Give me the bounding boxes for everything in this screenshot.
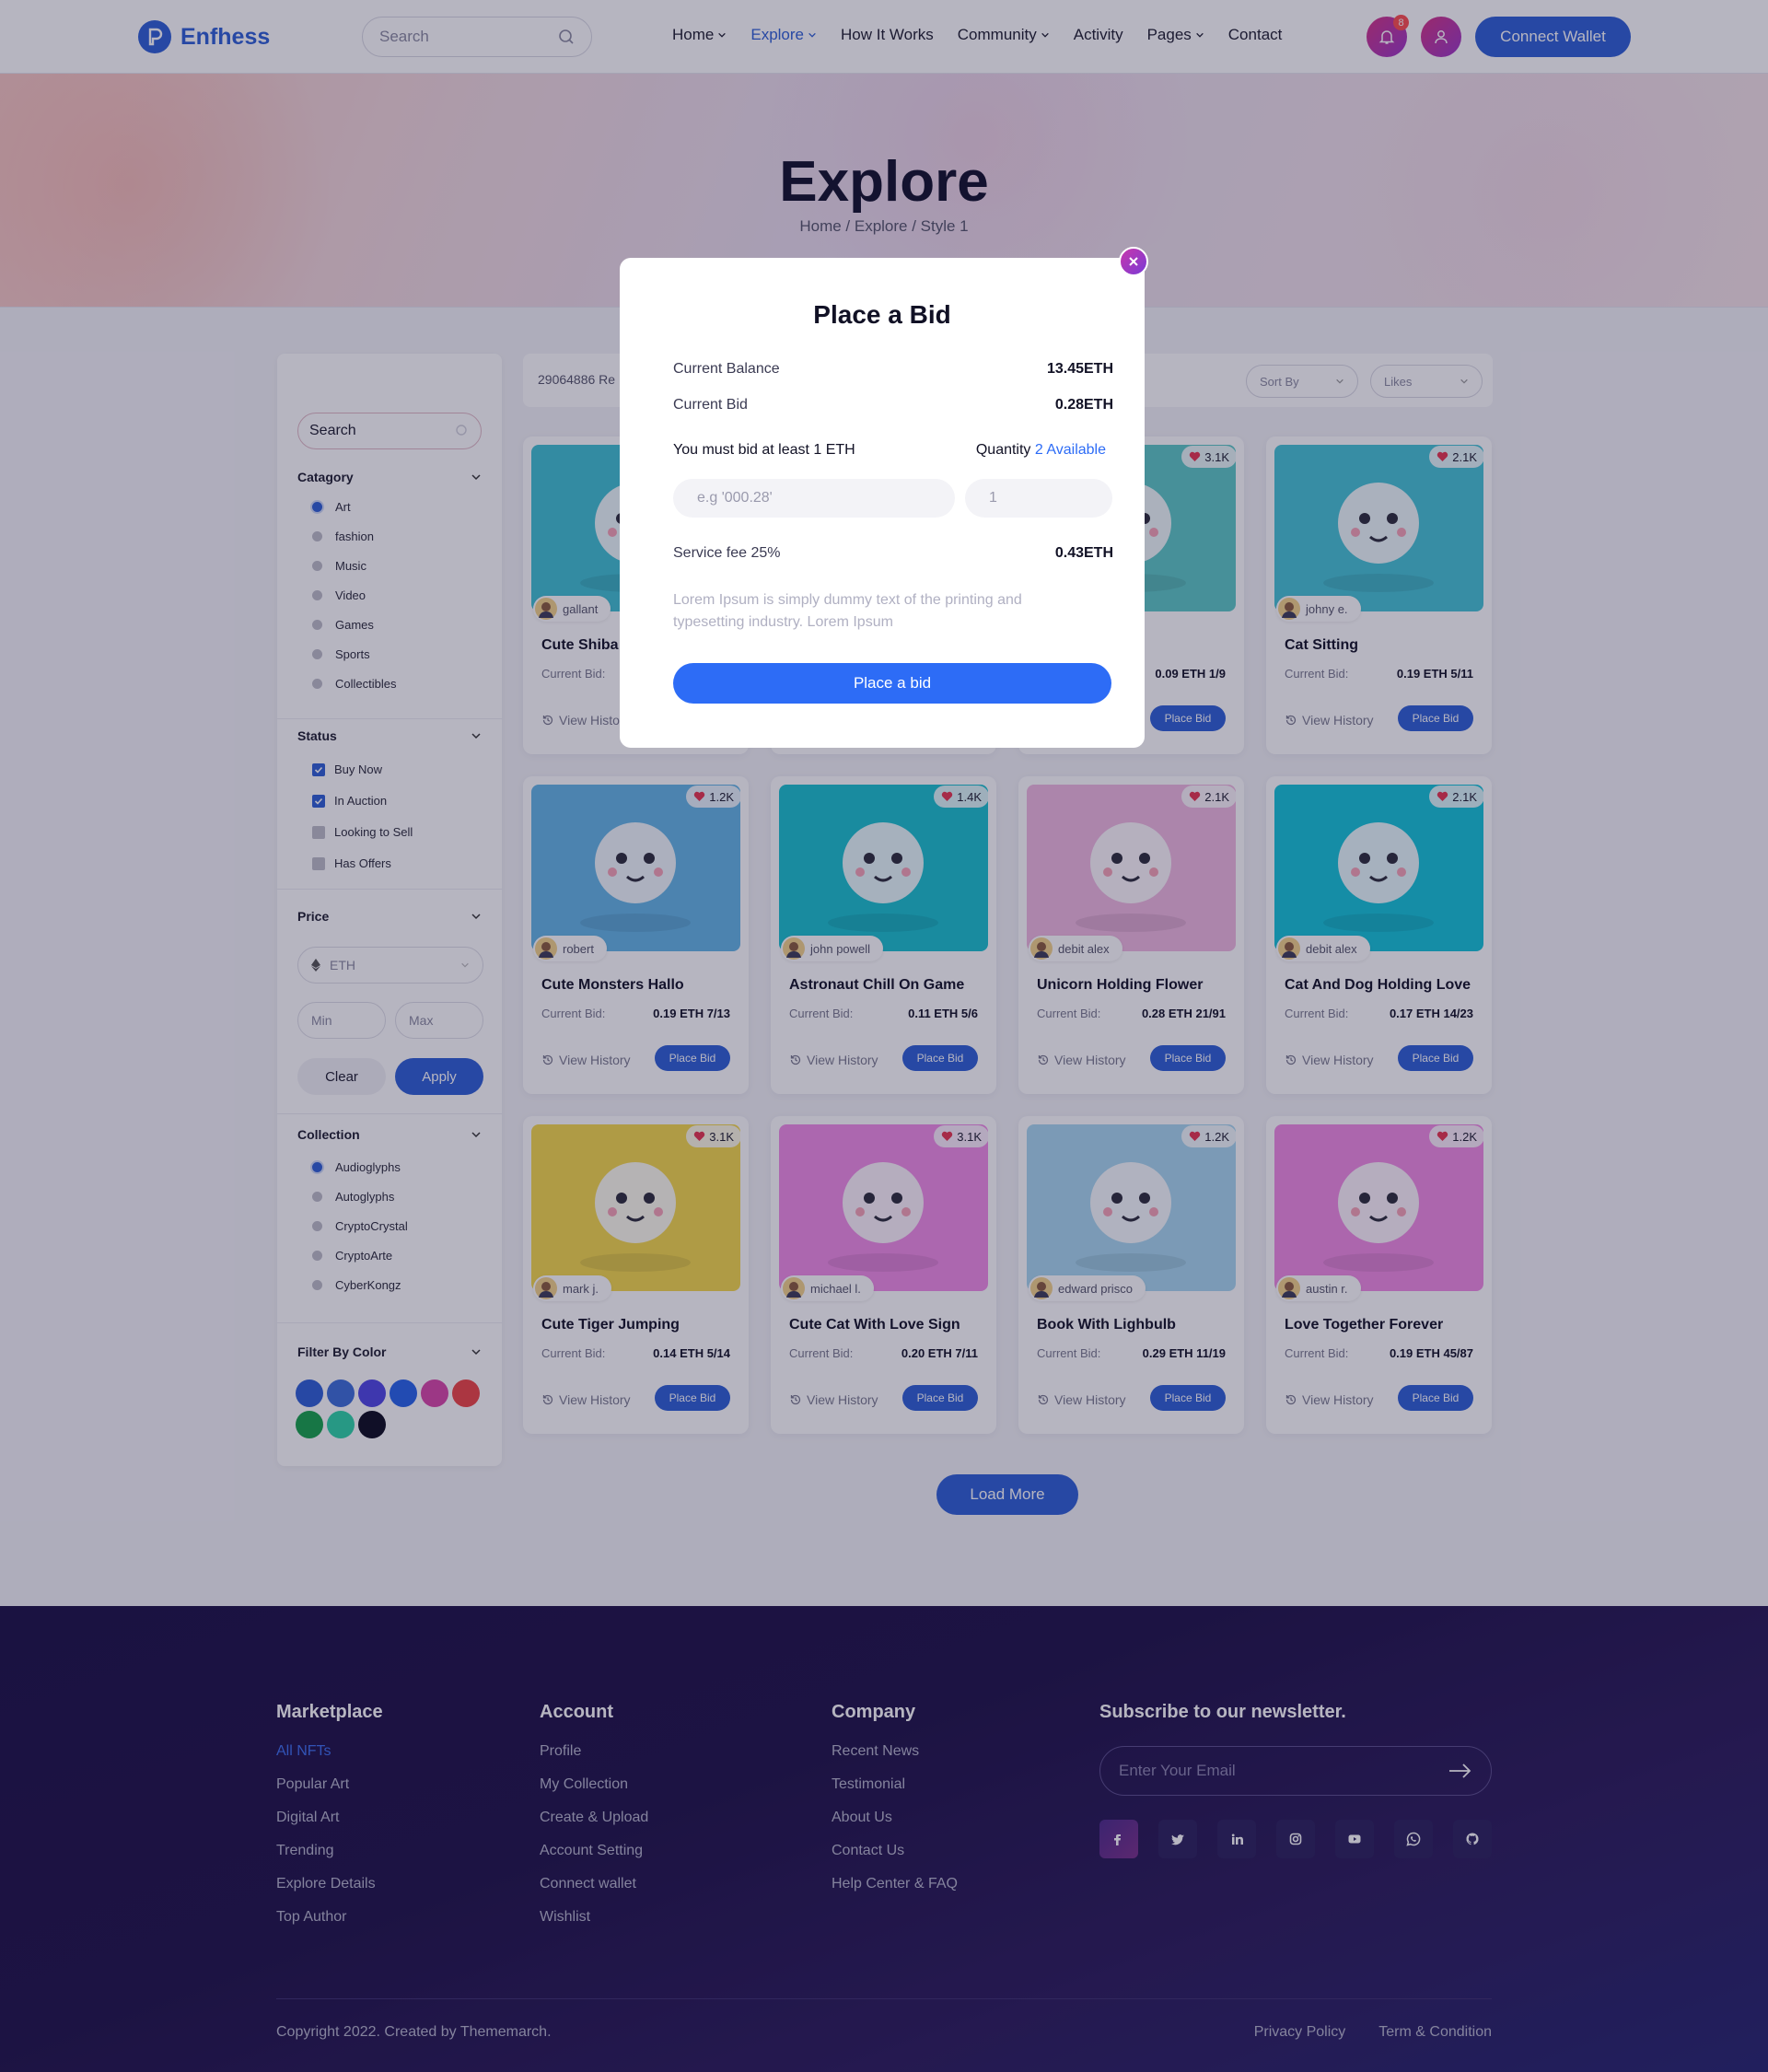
quantity-available: 2 Available <box>1034 442 1106 458</box>
quantity-input[interactable]: 1 <box>965 479 1112 518</box>
service-fee-label: Service fee 25% <box>673 545 781 561</box>
modal-close-button[interactable] <box>1119 247 1148 276</box>
modal-description: Lorem Ipsum is simply dummy text of the … <box>673 592 1022 630</box>
service-fee-value: 0.43ETH <box>1054 545 1113 561</box>
modal-title: Place a Bid <box>813 300 951 329</box>
bid-amount-placeholder: e.g '000.28' <box>697 490 773 506</box>
min-bid-text: You must bid at least 1 ETH <box>673 442 855 458</box>
bid-amount-input[interactable]: e.g '000.28' <box>673 479 955 518</box>
close-icon <box>1129 257 1138 266</box>
balance-label: Current Balance <box>673 361 780 377</box>
quantity-label: Quantity <box>975 442 1031 458</box>
submit-bid-button[interactable]: Place a bid <box>673 663 1111 704</box>
quantity-value: 1 <box>989 490 997 506</box>
place-bid-modal: Place a Bid Current Balance 13.45ETH Cur… <box>620 258 1145 748</box>
balance-value: 13.45ETH <box>1046 361 1113 377</box>
current-bid-label: Current Bid <box>673 397 748 413</box>
current-bid-value: 0.28ETH <box>1054 397 1113 413</box>
